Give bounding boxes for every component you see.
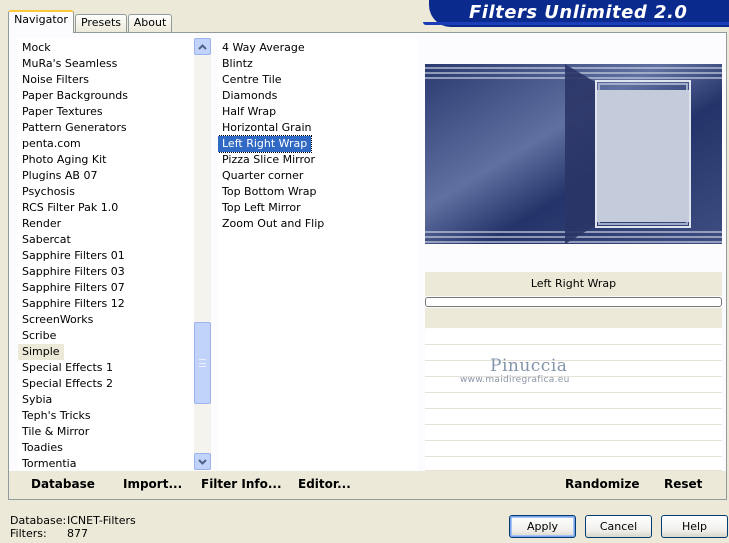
category-item[interactable]: Mock bbox=[18, 40, 55, 56]
category-item[interactable]: Special Effects 2 bbox=[18, 376, 117, 392]
status-filters-count: 877 bbox=[67, 527, 88, 540]
reset-button[interactable]: Reset bbox=[664, 477, 702, 491]
watermark-name: Pinuccia bbox=[490, 356, 568, 376]
filter-item[interactable]: Half Wrap bbox=[218, 104, 280, 120]
filter-item[interactable]: Horizontal Grain bbox=[218, 120, 315, 136]
scroll-thumb[interactable] bbox=[194, 322, 211, 404]
status-database-value: ICNET-Filters bbox=[67, 514, 136, 527]
category-item[interactable]: MuRa's Seamless bbox=[18, 56, 121, 72]
status-filters: Filters: 877 bbox=[10, 527, 88, 540]
filter-item[interactable]: Top Left Mirror bbox=[218, 200, 305, 216]
tab-navigator[interactable]: Navigator bbox=[8, 10, 74, 33]
tab-navigator-label: Navigator bbox=[14, 13, 68, 26]
category-item[interactable]: Toadies bbox=[18, 440, 67, 456]
category-item[interactable]: Special Effects 1 bbox=[18, 360, 117, 376]
param-row bbox=[425, 409, 722, 425]
chevron-up-icon bbox=[198, 43, 207, 50]
tab-presets[interactable]: Presets bbox=[75, 14, 127, 32]
editor-button[interactable]: Editor... bbox=[298, 477, 351, 491]
tab-about[interactable]: About bbox=[128, 14, 172, 32]
category-item[interactable]: Pattern Generators bbox=[18, 120, 131, 136]
category-item[interactable]: Tile & Mirror bbox=[18, 424, 93, 440]
filter-item[interactable]: Pizza Slice Mirror bbox=[218, 152, 319, 168]
category-item[interactable]: Simple bbox=[18, 344, 64, 360]
category-item[interactable]: Psychosis bbox=[18, 184, 79, 200]
param-row bbox=[425, 329, 722, 345]
watermark: Pinuccia www.maidiregrafica.eu bbox=[460, 356, 570, 385]
progress-bar bbox=[425, 297, 722, 307]
category-item[interactable]: Tormentia bbox=[18, 456, 80, 470]
title-banner: Filters Unlimited 2.0 bbox=[423, 0, 729, 27]
cancel-button[interactable]: Cancel bbox=[585, 515, 652, 538]
apply-button[interactable]: Apply bbox=[509, 515, 576, 538]
category-item[interactable]: Render bbox=[18, 216, 65, 232]
category-item[interactable]: Noise Filters bbox=[18, 72, 93, 88]
param-row bbox=[425, 345, 722, 361]
tab-about-label: About bbox=[133, 16, 167, 29]
watermark-url: www.maidiregrafica.eu bbox=[460, 375, 570, 385]
category-item[interactable]: Sapphire Filters 01 bbox=[18, 248, 129, 264]
category-item[interactable]: Photo Aging Kit bbox=[18, 152, 110, 168]
import-button[interactable]: Import... bbox=[123, 477, 182, 491]
category-item[interactable]: ScreenWorks bbox=[18, 312, 97, 328]
status-filters-label: Filters: bbox=[10, 527, 47, 540]
filter-info-button[interactable]: Filter Info... bbox=[201, 477, 282, 491]
action-bar: Database Import... Filter Info... Editor… bbox=[9, 471, 726, 499]
filter-item[interactable]: Top Bottom Wrap bbox=[218, 184, 321, 200]
app-title: Filters Unlimited 2.0 bbox=[469, 2, 688, 23]
database-button[interactable]: Database bbox=[31, 477, 95, 491]
scroll-down-button[interactable] bbox=[194, 453, 211, 470]
category-item[interactable]: Plugins AB 07 bbox=[18, 168, 101, 184]
category-item[interactable]: Paper Textures bbox=[18, 104, 107, 120]
category-item[interactable]: Paper Backgrounds bbox=[18, 88, 132, 104]
category-item[interactable]: Sapphire Filters 12 bbox=[18, 296, 129, 312]
category-scrollbar[interactable] bbox=[194, 38, 211, 470]
category-item[interactable]: Sabercat bbox=[18, 232, 75, 248]
filter-item[interactable]: Quarter corner bbox=[218, 168, 307, 184]
scroll-up-button[interactable] bbox=[194, 38, 211, 55]
filter-item[interactable]: Centre Tile bbox=[218, 72, 286, 88]
tab-presets-label: Presets bbox=[80, 16, 122, 29]
category-item[interactable]: Scribe bbox=[18, 328, 60, 344]
category-item[interactable]: Sybia bbox=[18, 392, 56, 408]
category-item[interactable]: Sapphire Filters 07 bbox=[18, 280, 129, 296]
param-row bbox=[425, 457, 722, 471]
filter-item[interactable]: Left Right Wrap bbox=[218, 135, 313, 153]
filter-list[interactable]: 4 Way Average Blintz Centre Tile Diamonds Ha… bbox=[218, 38, 417, 470]
param-row bbox=[425, 393, 722, 409]
randomize-button[interactable]: Randomize bbox=[565, 477, 639, 491]
preview-image bbox=[425, 64, 722, 244]
category-item[interactable]: RCS Filter Pak 1.0 bbox=[18, 200, 122, 216]
filter-item[interactable]: Zoom Out and Flip bbox=[218, 216, 328, 232]
category-item[interactable]: Teph's Tricks bbox=[18, 408, 95, 424]
param-row bbox=[425, 441, 722, 457]
filter-item[interactable]: Blintz bbox=[218, 56, 257, 72]
filter-item[interactable]: 4 Way Average bbox=[218, 40, 309, 56]
status-database-label: Database: bbox=[10, 514, 67, 527]
category-item[interactable]: penta.com bbox=[18, 136, 85, 152]
status-database: Database: ICNET-Filters bbox=[10, 514, 136, 527]
filter-item[interactable]: Diamonds bbox=[218, 88, 281, 104]
category-item[interactable]: Sapphire Filters 03 bbox=[18, 264, 129, 280]
help-button[interactable]: Help bbox=[661, 515, 728, 538]
category-list[interactable]: Mock MuRa's Seamless Noise Filters Paper Ba… bbox=[18, 38, 194, 470]
param-row bbox=[425, 425, 722, 441]
chevron-down-icon bbox=[198, 458, 207, 465]
preview-filter-name: Left Right Wrap bbox=[425, 272, 722, 296]
params-header bbox=[425, 308, 722, 328]
preview-graphic bbox=[425, 64, 722, 244]
